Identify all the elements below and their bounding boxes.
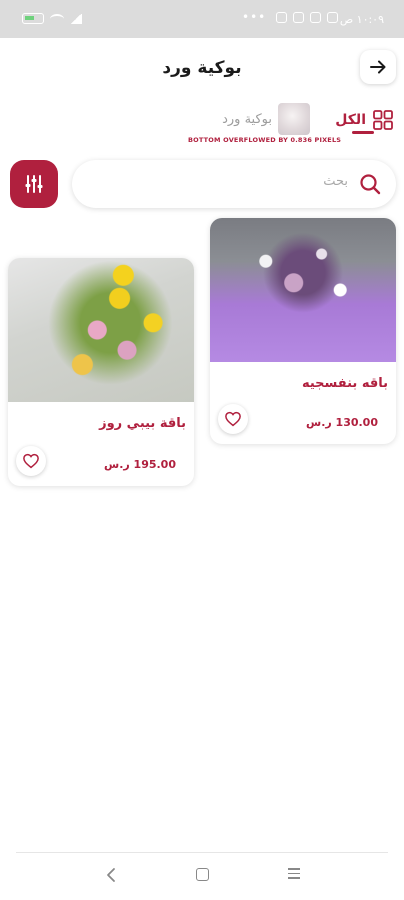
- product-card[interactable]: باقه بنفسجيه 130.00 ر.س: [210, 218, 396, 444]
- nav-divider: [16, 852, 388, 853]
- grid-icon: [373, 110, 393, 130]
- favorite-button[interactable]: [218, 404, 248, 434]
- instagram-icon: [327, 12, 338, 23]
- search-icon: [360, 174, 381, 195]
- category-bouquet[interactable]: بوكية ورد: [212, 102, 310, 136]
- search-placeholder: بحث: [323, 174, 348, 189]
- status-bar: ١٠:٠٩ ص •••: [0, 0, 404, 38]
- wifi-icon: [50, 13, 64, 24]
- filter-button[interactable]: [10, 160, 58, 208]
- category-bouquet-label: بوكية ورد: [222, 111, 272, 127]
- more-dots-icon: •••: [242, 10, 267, 24]
- page-title: بوكية ورد: [162, 58, 242, 78]
- recents-icon[interactable]: [288, 868, 300, 882]
- status-system-icons: [22, 13, 82, 24]
- signal-icon: [70, 13, 82, 24]
- product-name: باقة بيبي روز: [99, 416, 186, 431]
- back-icon[interactable]: [104, 866, 118, 884]
- chat-icon: [310, 12, 321, 23]
- product-image[interactable]: [210, 218, 396, 362]
- heart-icon: [23, 453, 39, 469]
- product-card[interactable]: باقة بيبي روز 195.00 ر.س: [8, 258, 194, 486]
- battery-icon: [22, 13, 44, 24]
- heart-icon: [225, 411, 241, 427]
- product-image[interactable]: [8, 258, 194, 402]
- status-time: ١٠:٠٩ ص: [339, 13, 384, 26]
- product-price: 130.00 ر.س: [306, 416, 378, 429]
- category-bouquet-thumbnail: [278, 103, 310, 135]
- category-all-label: الكل: [335, 112, 366, 128]
- search-box[interactable]: بحث: [72, 160, 396, 208]
- status-notification-icons: [276, 12, 338, 23]
- overflow-warning: BOTTOM OVERFLOWED BY 0.836 PIXELS: [188, 136, 342, 144]
- home-icon[interactable]: [196, 868, 209, 881]
- product-price: 195.00 ر.س: [104, 458, 176, 471]
- active-category-indicator: [352, 131, 374, 134]
- product-name: باقه بنفسجيه: [301, 376, 388, 391]
- favorite-button[interactable]: [16, 446, 46, 476]
- telegram-icon: [293, 12, 304, 23]
- sliders-icon: [25, 175, 43, 193]
- alarm-icon: [276, 12, 287, 23]
